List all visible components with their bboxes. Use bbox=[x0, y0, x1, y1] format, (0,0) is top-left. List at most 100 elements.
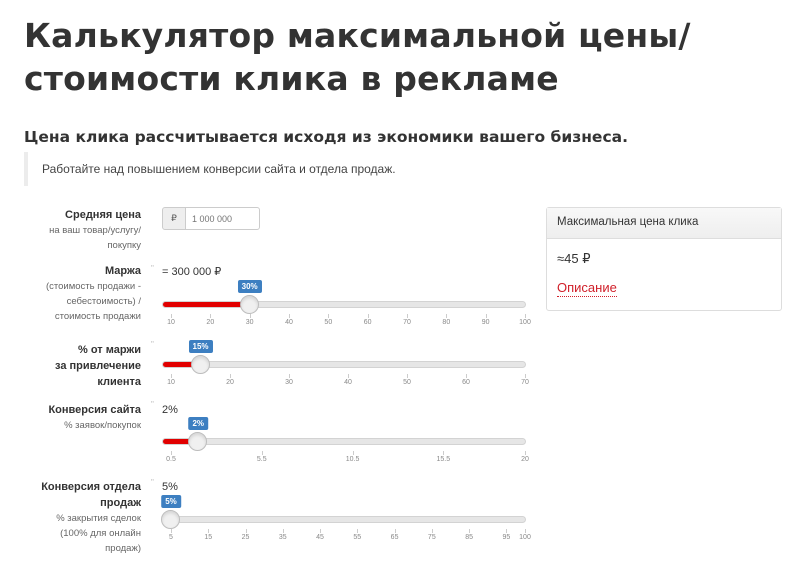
site-conversion-hint: % заявок/покупок bbox=[64, 420, 141, 431]
slider-track[interactable] bbox=[162, 438, 526, 445]
site-conversion-label-group: Конверсия сайта % заявок/покупок bbox=[48, 402, 141, 433]
callout-text: Работайте над повышением конверсии сайта… bbox=[42, 162, 396, 176]
slider-handle[interactable] bbox=[239, 295, 259, 314]
tick-mark bbox=[171, 374, 172, 378]
slider-track[interactable] bbox=[162, 361, 526, 368]
tick-label: 40 bbox=[344, 379, 352, 386]
slider-track[interactable] bbox=[162, 516, 526, 523]
page-title-line-1: Калькулятор максимальной цены/ bbox=[24, 16, 691, 55]
tick-label: 30 bbox=[285, 379, 293, 386]
tick-mark bbox=[245, 529, 247, 533]
tick-label: 10 bbox=[167, 379, 175, 386]
tick-mark bbox=[469, 529, 471, 533]
tick-label: 100 bbox=[519, 534, 531, 541]
slider-value-badge: 15% bbox=[188, 340, 213, 353]
tick-label: 30 bbox=[245, 319, 254, 326]
slider-handle[interactable] bbox=[161, 510, 180, 529]
result-value: ≈45 ₽ bbox=[557, 251, 591, 266]
tick-label: 85 bbox=[465, 534, 473, 541]
slider-track[interactable] bbox=[162, 301, 526, 308]
margin-label: Маржа bbox=[104, 265, 141, 277]
tick-mark bbox=[525, 451, 526, 455]
margin-slider[interactable]: 30% 10 20 30 40 50 60 70 80 90 100 bbox=[162, 280, 531, 340]
ruble-addon: ₽ bbox=[162, 207, 186, 230]
tick-label: 55 bbox=[353, 534, 362, 541]
tick-label: 60 bbox=[363, 319, 372, 326]
tick-mark bbox=[446, 314, 448, 318]
tick-label: 90 bbox=[481, 319, 490, 326]
tick-mark bbox=[171, 529, 172, 533]
slider-handle[interactable] bbox=[188, 432, 208, 451]
result-title: Максимальная цена клика bbox=[547, 208, 781, 239]
acquisition-label-1: % от маржи bbox=[78, 344, 141, 356]
tick-label: 15.5 bbox=[436, 456, 451, 463]
description-link[interactable]: Описание bbox=[557, 280, 617, 297]
tick-mark bbox=[261, 451, 263, 455]
tick-label: 70 bbox=[521, 379, 529, 386]
slider-ticks: 5 15 25 35 45 55 65 75 85 95 100 bbox=[162, 529, 531, 543]
tick-label: 95 bbox=[502, 534, 511, 541]
sales-conversion-label-2: продаж bbox=[100, 497, 141, 509]
tick-label: 15 bbox=[204, 534, 213, 541]
margin-computed-value: = 300 000 ₽ bbox=[162, 266, 222, 278]
page-title-line-2: стоимости клика в рекламе bbox=[24, 59, 559, 98]
tick-label: 50 bbox=[324, 319, 333, 326]
sales-conversion-hint-3: продаж) bbox=[105, 543, 141, 554]
result-panel: Максимальная цена клика ≈45 ₽ Описание bbox=[546, 207, 782, 311]
slider-ticks: 0.5 5.5 10.5 15.5 20 bbox=[162, 451, 529, 465]
tick-label: 10.5 bbox=[345, 456, 360, 463]
subtitle: Цена клика рассчитывается исходя из экон… bbox=[24, 128, 628, 146]
tick-mark bbox=[485, 314, 487, 318]
tick-label: 35 bbox=[278, 534, 287, 541]
tick-mark bbox=[525, 374, 526, 378]
tick-mark bbox=[282, 529, 284, 533]
site-conversion-label: Конверсия сайта bbox=[48, 404, 141, 416]
tick-mark bbox=[320, 529, 322, 533]
slider-handle[interactable] bbox=[190, 355, 210, 374]
avg-price-input[interactable] bbox=[185, 207, 260, 230]
slider-value-badge: 5% bbox=[161, 495, 181, 508]
tick-mark bbox=[506, 529, 508, 533]
margin-label-group: Маржа (стоимость продажи - себестоимость… bbox=[46, 263, 141, 324]
callout: Работайте над повышением конверсии сайта… bbox=[24, 152, 784, 186]
tick-label: 5 bbox=[169, 534, 173, 541]
slider-fill bbox=[163, 302, 251, 307]
sales-conversion-label-group: Конверсия отдела продаж % закрытия сдело… bbox=[41, 479, 141, 556]
tick-label: 45 bbox=[316, 534, 324, 541]
sales-conversion-slider[interactable]: 5% 5 15 25 35 45 55 65 75 85 95 100 bbox=[161, 495, 531, 555]
slider-ticks: 10 20 30 40 50 60 70 bbox=[162, 374, 529, 388]
avg-price-input-group: ₽ bbox=[162, 207, 260, 230]
tick-mark bbox=[357, 529, 359, 533]
tick-mark bbox=[348, 374, 349, 378]
tick-label: 100 bbox=[519, 319, 531, 326]
tick-mark bbox=[525, 314, 526, 318]
tick-mark bbox=[352, 451, 354, 455]
tick-mark bbox=[210, 314, 212, 318]
acquisition-slider[interactable]: 15% 10 20 30 40 50 60 70 bbox=[162, 340, 529, 400]
tick-label: 25 bbox=[241, 534, 250, 541]
page-title: Калькулятор максимальной цены/ стоимости… bbox=[24, 14, 784, 100]
tick-label: 60 bbox=[462, 379, 470, 386]
tick-label: 80 bbox=[442, 319, 451, 326]
avg-price-label-group: Средняя цена на ваш товар/услугу/ покупк… bbox=[49, 207, 141, 253]
avg-price-hint-2: покупку bbox=[107, 240, 141, 251]
tick-label: 70 bbox=[403, 319, 411, 326]
tick-label: 20 bbox=[206, 319, 215, 326]
margin-hint-1: (стоимость продажи - bbox=[45, 281, 141, 292]
site-conversion-slider[interactable]: 2% 0.5 5.5 10.5 15.5 20 bbox=[162, 417, 529, 477]
acquisition-label-2: за привлечение bbox=[55, 360, 141, 372]
sales-conversion-marker: " bbox=[151, 478, 154, 487]
slider-ticks: 10 20 30 40 50 60 70 80 90 100 bbox=[162, 314, 531, 328]
tick-mark bbox=[443, 451, 445, 455]
tick-mark bbox=[525, 529, 526, 533]
tick-label: 65 bbox=[390, 534, 399, 541]
tick-label: 20 bbox=[226, 379, 234, 386]
acquisition-label-3: клиента bbox=[97, 376, 141, 388]
tick-mark bbox=[289, 314, 290, 318]
tick-label: 20 bbox=[521, 456, 529, 463]
slider-value-badge: 2% bbox=[188, 417, 208, 430]
site-conversion-value: 2% bbox=[162, 404, 178, 416]
tick-label: 75 bbox=[427, 534, 436, 541]
avg-price-hint-1: на ваш товар/услугу/ bbox=[49, 225, 141, 236]
sales-conversion-hint-2: (100% для онлайн bbox=[60, 528, 141, 539]
